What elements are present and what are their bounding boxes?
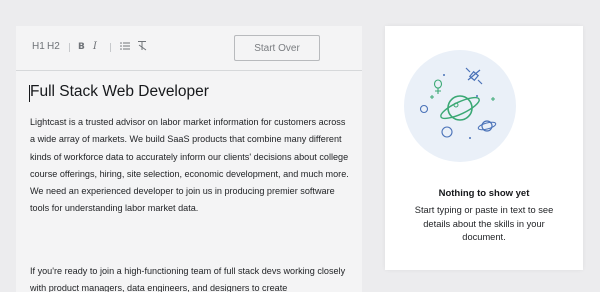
text-editor[interactable]: H1 H2 B I Start Over Full Stack Web Deve… — [16, 26, 362, 292]
empty-state-title: Nothing to show yet — [438, 188, 530, 199]
italic-button[interactable]: I — [93, 41, 97, 53]
skills-panel: Nothing to show yet Start typing or past… — [385, 26, 583, 270]
bold-button[interactable]: B — [78, 41, 85, 53]
clear-format-icon[interactable] — [137, 40, 148, 51]
document-paragraph[interactable]: If you're ready to join a high-functioni… — [30, 263, 352, 292]
heading2-button[interactable]: H2 — [47, 41, 60, 53]
document-paragraph[interactable]: Lightcast is a trusted advisor on labor … — [30, 114, 352, 218]
text-caret — [29, 85, 30, 102]
document-title[interactable]: Full Stack Web Developer — [30, 83, 209, 101]
space-illustration-icon — [404, 50, 516, 162]
heading1-button[interactable]: H1 — [32, 41, 45, 53]
toolbar-divider — [69, 43, 70, 52]
empty-state-description: Start typing or paste in text to see det… — [414, 205, 554, 242]
toolbar-separator — [16, 70, 362, 71]
start-over-button[interactable]: Start Over — [234, 35, 320, 61]
toolbar-divider — [110, 43, 111, 52]
editor-toolbar: H1 H2 B I Start Over — [16, 26, 362, 70]
bullet-list-icon[interactable] — [120, 41, 130, 51]
